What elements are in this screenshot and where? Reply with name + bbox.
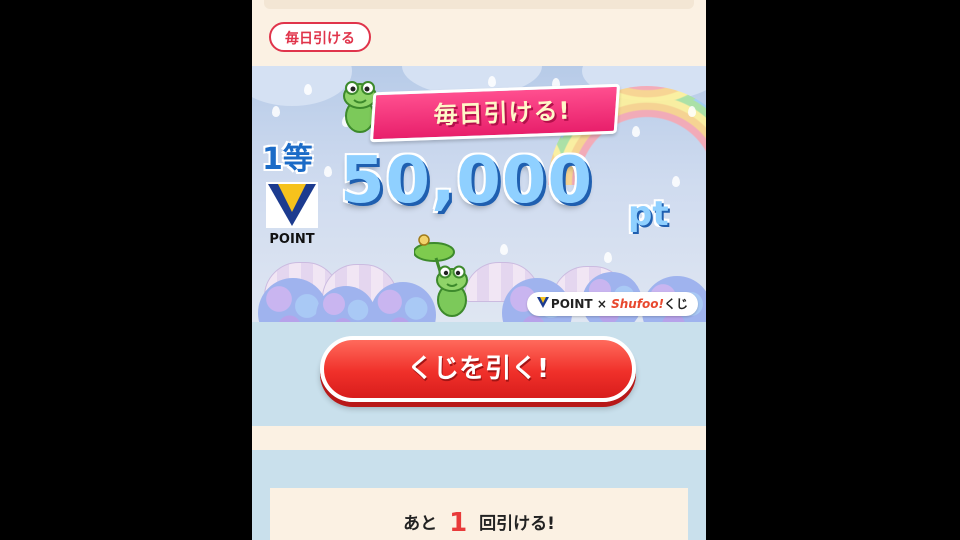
v-point-mini-icon — [536, 297, 549, 308]
remaining-suffix: 回引ける! — [479, 514, 555, 534]
prize-amount: 50,000 — [340, 144, 593, 218]
draw-lottery-button[interactable]: くじを引く! — [320, 336, 636, 402]
collab-brand-b-suffix: くじ — [663, 297, 688, 311]
first-prize-label: 1等 — [262, 142, 313, 177]
button-area: くじを引く! — [252, 322, 706, 426]
remaining-count: 1 — [449, 508, 468, 538]
v-point-logo — [266, 182, 318, 228]
collab-brand-a: POINT — [550, 297, 593, 311]
raindrop — [488, 76, 496, 87]
collab-badge: POINT × Shufoo!くじ — [526, 292, 698, 316]
prize-unit: pt — [628, 194, 669, 234]
collab-brand-b: Shufoo! — [611, 297, 664, 311]
ribbon-text: 毎日引ける! — [433, 96, 572, 130]
frog-with-leaf-icon — [414, 234, 468, 317]
raindrop — [632, 126, 640, 137]
raindrop — [324, 166, 332, 177]
collab-separator: × — [596, 297, 607, 311]
top-strip — [264, 0, 694, 9]
remaining-card: あと 1 回引ける! — [270, 488, 688, 540]
daily-tag: 毎日引ける — [269, 22, 371, 52]
raindrop — [672, 176, 680, 187]
v-point-label: POINT — [269, 232, 315, 247]
raindrop — [688, 106, 696, 117]
campaign-banner: 毎日引ける! 1等 POINT 50,000 pt POINT × Shufoo… — [252, 66, 706, 322]
raindrop — [604, 252, 612, 263]
remaining-draws-text: あと 1 回引ける! — [270, 508, 688, 538]
remaining-prefix: あと — [403, 514, 438, 534]
raindrop — [500, 244, 508, 255]
raindrop — [304, 84, 312, 95]
section-gap — [252, 426, 706, 450]
raindrop — [272, 106, 280, 117]
remaining-section: あと 1 回引ける! — [252, 450, 706, 540]
lottery-screen: 毎日引ける 毎日引ける! 1等 POINT 50,000 pt POINT × … — [252, 0, 706, 540]
